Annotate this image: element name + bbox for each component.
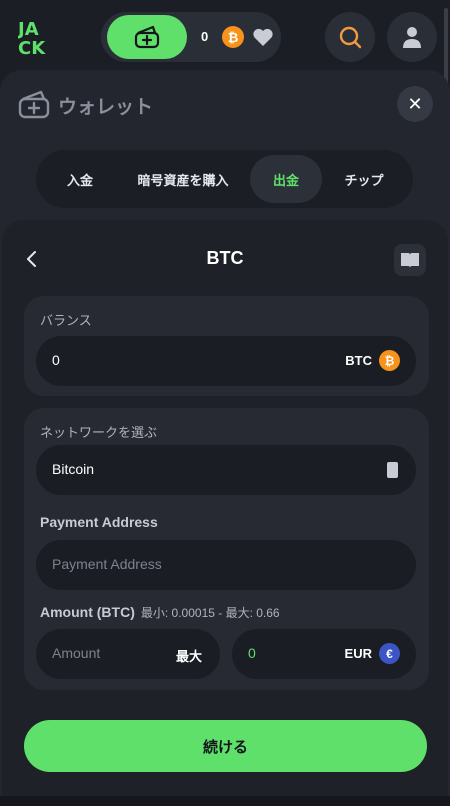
svg-text:JA: JA xyxy=(18,19,39,40)
balance-label: バランス xyxy=(40,313,92,328)
tab-buy-crypto[interactable]: 暗号資産を購入 xyxy=(122,155,244,203)
amount-limits: 最小: 0.00015 - 最大: 0.66 xyxy=(140,606,280,620)
jack-logo[interactable]: JA CK xyxy=(18,18,60,56)
top-bar: JA CK 0 ₿ xyxy=(0,0,450,168)
close-button[interactable]: ✕ xyxy=(397,86,433,122)
address-placeholder: Payment Address xyxy=(52,556,162,572)
amount-input[interactable]: Amount 最大 xyxy=(36,629,220,679)
tab-tip[interactable]: チップ xyxy=(328,155,400,203)
balance-value: 0 xyxy=(52,352,60,368)
currency-title: BTC xyxy=(206,248,244,268)
amount-label: Amount (BTC) xyxy=(40,604,135,620)
fiat-amount-input[interactable]: 0 EUR € xyxy=(232,629,416,679)
bitcoin-icon[interactable]: ₿ xyxy=(222,26,244,48)
wallet-balance-pill: 0 ₿ xyxy=(101,12,281,62)
network-select[interactable]: Bitcoin xyxy=(36,445,416,495)
search-button[interactable] xyxy=(325,12,375,62)
tab-deposit[interactable]: 入金 xyxy=(46,155,114,203)
heart-icon[interactable] xyxy=(252,27,274,47)
book-icon xyxy=(401,253,419,268)
modal-title: ウォレット xyxy=(58,97,154,118)
amount-label-row: Amount (BTC) 最小: 0.00015 - 最大: 0.66 xyxy=(40,604,280,621)
guide-button[interactable] xyxy=(394,244,426,276)
wallet-tabs: 入金 暗号資産を購入 出金 チップ xyxy=(36,150,413,208)
bitcoin-icon: ₿ xyxy=(379,350,400,371)
withdraw-form-section: ネットワークを選ぶ Bitcoin Payment Address Paymen… xyxy=(24,408,429,690)
amount-placeholder: Amount xyxy=(52,645,101,661)
balance-currency: BTC xyxy=(345,353,372,368)
max-button[interactable]: 最大 xyxy=(176,646,202,665)
search-icon xyxy=(339,26,362,49)
wallet-icon xyxy=(134,25,160,49)
fiat-value: 0 xyxy=(248,645,256,661)
profile-button[interactable] xyxy=(387,12,437,62)
user-icon xyxy=(403,27,421,48)
network-value: Bitcoin xyxy=(52,461,95,477)
close-icon: ✕ xyxy=(407,93,423,114)
balance-section: バランス 0 BTC ₿ xyxy=(24,296,429,396)
tab-withdraw[interactable]: 出金 xyxy=(250,155,322,203)
address-input[interactable]: Payment Address xyxy=(36,540,416,590)
continue-button[interactable]: 続ける xyxy=(24,720,427,772)
network-icon xyxy=(387,462,398,478)
address-label: Payment Address xyxy=(40,514,158,530)
withdraw-card: BTC バランス 0 BTC ₿ ネットワークを選ぶ Bitcoin Payme… xyxy=(2,220,448,806)
header-balance: 0 xyxy=(201,29,209,44)
fiat-currency: EUR xyxy=(344,646,372,661)
wallet-button[interactable] xyxy=(107,15,187,59)
wallet-icon xyxy=(18,90,50,119)
network-label: ネットワークを選ぶ xyxy=(40,425,158,440)
balance-field: 0 BTC ₿ xyxy=(36,336,416,386)
svg-text:CK: CK xyxy=(18,38,46,56)
wallet-modal: ウォレット ✕ 入金 暗号資産を購入 出金 チップ BTC バランス 0 BTC… xyxy=(0,70,450,806)
bottom-edge xyxy=(0,796,450,806)
euro-icon: € xyxy=(379,643,400,664)
